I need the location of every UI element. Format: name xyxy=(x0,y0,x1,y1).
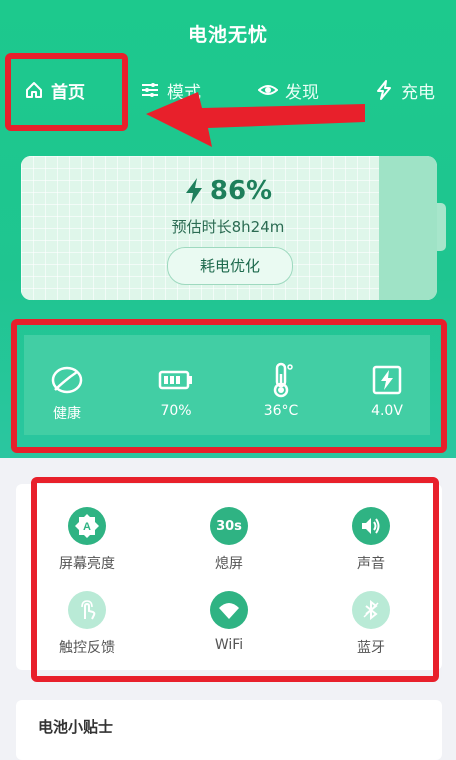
highlight-box-home-tab xyxy=(5,53,128,131)
battery-percent-value: 86% xyxy=(209,176,273,206)
app-title: 电池无忧 xyxy=(187,24,268,46)
highlight-box-stats xyxy=(11,319,447,453)
battery-percentage: 86% xyxy=(0,176,456,206)
estimated-time: 预估时长8h24m xyxy=(171,218,285,236)
battery-tips-card[interactable]: 电池小贴士 xyxy=(16,700,442,760)
highlight-box-quick-settings xyxy=(31,477,439,682)
annotation-arrow xyxy=(146,92,365,147)
bolt-icon xyxy=(377,80,391,100)
bolt-icon xyxy=(185,178,202,204)
tab-label: 充电 xyxy=(401,82,435,103)
power-optimize-button[interactable]: 耗电优化 xyxy=(167,247,293,285)
tips-title: 电池小贴士 xyxy=(38,718,114,736)
tab-charge[interactable]: 充电 xyxy=(374,76,435,104)
